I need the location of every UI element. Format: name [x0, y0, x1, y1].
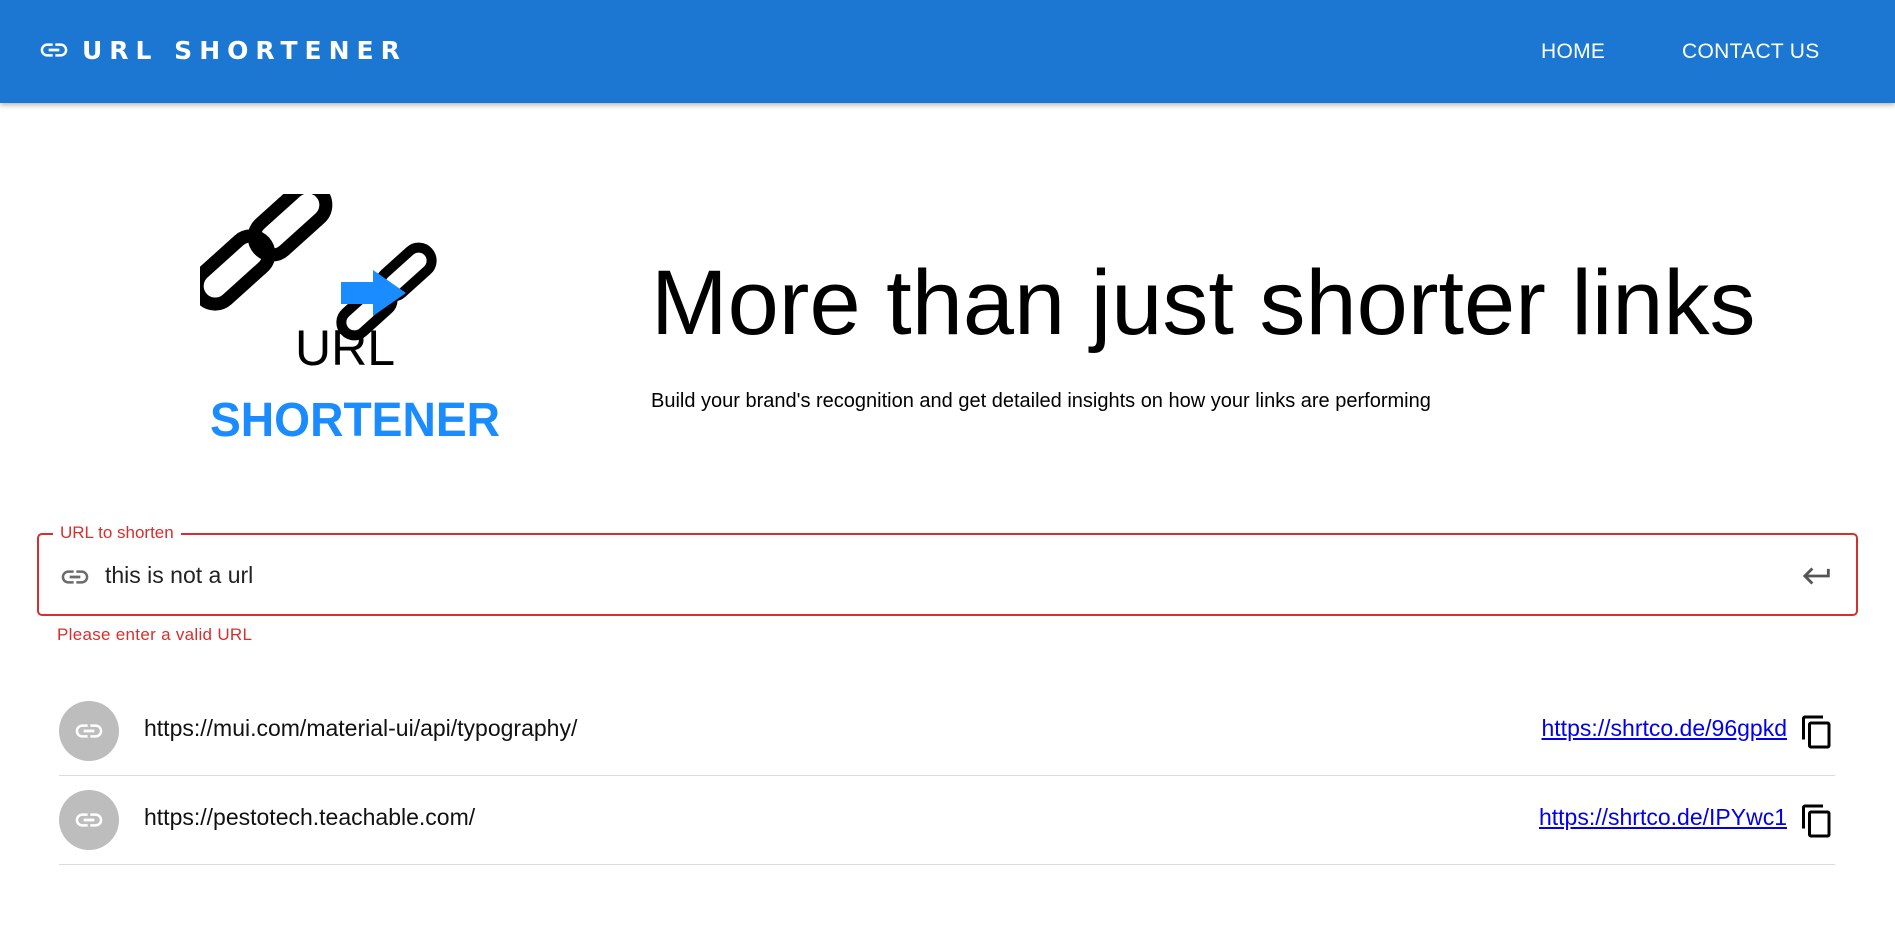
url-input-label: URL to shorten [53, 522, 181, 544]
list-item: https://mui.com/material-ui/api/typograp… [59, 687, 1835, 776]
app-bar: URL SHORTENER HOME CONTACT US [0, 0, 1895, 103]
copy-icon[interactable] [1799, 714, 1835, 750]
url-shortener-logo: URL SHORTENER [200, 194, 500, 444]
list-item: https://pestotech.teachable.com/ https:/… [59, 776, 1835, 865]
brand[interactable]: URL SHORTENER [38, 34, 407, 66]
link-icon [75, 813, 103, 827]
shortened-links-list: https://mui.com/material-ui/api/typograp… [59, 687, 1835, 865]
short-url-link[interactable]: https://shrtco.de/96gpkd [1542, 715, 1788, 742]
logo-text-url: URL [295, 320, 395, 376]
link-icon [40, 43, 68, 57]
avatar [59, 790, 119, 850]
original-url: https://pestotech.teachable.com/ [144, 804, 476, 830]
url-input-field: URL to shorten [37, 522, 1858, 616]
url-input[interactable] [105, 553, 1805, 597]
avatar [59, 701, 119, 761]
nav-home-button[interactable]: HOME [1541, 40, 1605, 64]
copy-icon[interactable] [1799, 803, 1835, 839]
original-url: https://mui.com/material-ui/api/typograp… [144, 715, 578, 741]
nav-contact-button[interactable]: CONTACT US [1682, 40, 1820, 64]
hero-subtitle: Build your brand's recognition and get d… [651, 390, 1431, 412]
short-url-link[interactable]: https://shrtco.de/IPYwc1 [1539, 804, 1787, 831]
hero-title: More than just shorter links [651, 252, 1756, 354]
brand-title: URL SHORTENER [82, 35, 407, 65]
logo-text-shortener: SHORTENER [210, 394, 500, 444]
link-icon [61, 570, 89, 584]
url-error-message: Please enter a valid URL [57, 625, 253, 644]
enter-icon[interactable] [1800, 559, 1834, 593]
link-icon [75, 724, 103, 738]
